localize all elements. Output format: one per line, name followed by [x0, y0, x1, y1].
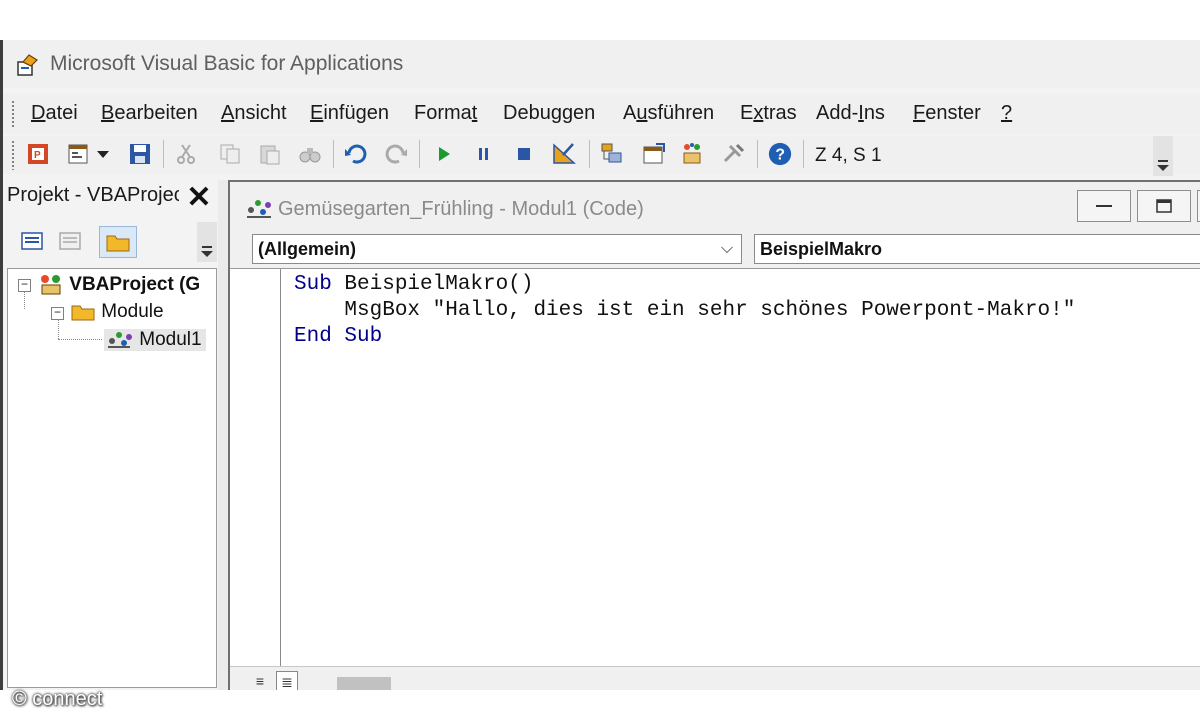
- menu-ansicht[interactable]: Ansicht: [221, 102, 287, 125]
- help-icon[interactable]: ?: [767, 141, 793, 167]
- cut-icon[interactable]: [173, 141, 199, 167]
- redo-icon[interactable]: [383, 141, 409, 167]
- toolbar-options-arrow-icon: [1157, 160, 1169, 171]
- restore-icon: [1156, 199, 1172, 213]
- toolbar-separator: [757, 140, 758, 168]
- code-window-title: Gemüsegarten_Frühling - Modul1 (Code): [278, 198, 644, 220]
- design-mode-icon[interactable]: [551, 141, 577, 167]
- menu-debuggen[interactable]: Debuggen: [503, 102, 595, 125]
- toolbar-options[interactable]: [1153, 136, 1173, 176]
- margin-indicator-bar[interactable]: [230, 269, 281, 667]
- chevron-down-icon: ⌵: [720, 240, 733, 257]
- toolbar-separator: [419, 140, 420, 168]
- code-line[interactable]: End Sub: [294, 325, 382, 348]
- module-icon: [108, 332, 132, 348]
- tree-label-modul1: Modul1: [139, 329, 202, 351]
- window-title: Microsoft Visual Basic for Applications: [50, 52, 404, 75]
- menu-bearbeiten[interactable]: Bearbeiten: [101, 102, 198, 125]
- minimize-icon: [1096, 205, 1112, 207]
- horizontal-scrollbar[interactable]: ≡ ≣: [230, 666, 1200, 690]
- project-explorer-icon[interactable]: [599, 141, 625, 167]
- project-tree: − VBAProject (G − Module Modul1: [7, 268, 217, 688]
- undo-icon[interactable]: [343, 141, 369, 167]
- menu-add-ins[interactable]: Add-Ins: [816, 102, 885, 125]
- watermark: © connect: [12, 688, 103, 710]
- paste-icon[interactable]: [257, 141, 283, 167]
- menu-ausfuehren[interactable]: Ausführen: [623, 102, 714, 125]
- tree-connector: [24, 291, 26, 309]
- code-line[interactable]: Sub BeispielMakro(): [294, 273, 533, 296]
- menu-fenster[interactable]: Fenster: [913, 102, 981, 125]
- view-object-icon[interactable]: [57, 228, 83, 254]
- project-explorer-title: Projekt - VBAProject: [7, 184, 179, 206]
- menu-einfuegen[interactable]: Einfügen: [310, 102, 389, 125]
- toolbar-separator: [589, 140, 590, 168]
- tree-label-module: Module: [101, 301, 164, 322]
- cursor-position: Z 4, S 1: [815, 145, 882, 166]
- svg-text:?: ?: [775, 147, 785, 164]
- tree-item-modul1[interactable]: Modul1: [104, 329, 206, 352]
- object-combo[interactable]: (Allgemein) ⌵: [252, 234, 742, 264]
- reset-icon[interactable]: [511, 141, 537, 167]
- code-line[interactable]: MsgBox "Hallo, dies ist ein sehr schönes…: [294, 299, 1075, 322]
- vbaproject-icon: [41, 275, 61, 295]
- save-icon[interactable]: [127, 141, 153, 167]
- object-combo-value: (Allgemein): [258, 239, 357, 259]
- toolbar-separator: [163, 140, 164, 168]
- close-icon[interactable]: ✕: [181, 180, 217, 216]
- break-icon[interactable]: [471, 141, 497, 167]
- code-window: Gemüsegarten_Frühling - Modul1 (Code) (A…: [228, 180, 1200, 690]
- minimize-button[interactable]: [1077, 190, 1131, 222]
- toolbar-separator: [803, 140, 804, 168]
- svg-text:P: P: [34, 150, 41, 161]
- procedure-combo-value: BeispielMakro: [760, 239, 883, 259]
- project-explorer-toolbar: [3, 222, 218, 262]
- properties-icon[interactable]: [641, 141, 667, 167]
- menu-bar: Datei Bearbeiten Ansicht Einfügen Format…: [3, 94, 1200, 134]
- view-code-icon[interactable]: [19, 228, 45, 254]
- vba-app-icon: [17, 54, 38, 76]
- title-bar: Microsoft Visual Basic for Applications: [3, 40, 1200, 88]
- find-icon[interactable]: [297, 141, 323, 167]
- scrollbar-thumb[interactable]: [337, 677, 391, 690]
- procedure-combo[interactable]: BeispielMakro: [754, 234, 1200, 264]
- menu-format[interactable]: Format: [414, 102, 477, 125]
- dropdown-arrow-icon[interactable]: [95, 141, 111, 167]
- copy-icon[interactable]: [217, 141, 243, 167]
- project-explorer: Projekt - VBAProject ✕ − VBAProject (G −…: [3, 180, 218, 690]
- vba-window: Microsoft Visual Basic for Applications …: [0, 40, 1200, 690]
- menu-grip[interactable]: [11, 100, 15, 128]
- folder-icon: [71, 305, 95, 321]
- dropdown-arrow-icon: [201, 246, 213, 257]
- toolbar-grip[interactable]: [11, 140, 15, 170]
- powerpoint-icon[interactable]: P: [25, 141, 51, 167]
- menu-datei[interactable]: Datei: [31, 102, 78, 125]
- procedure-view-icon[interactable]: ≡: [250, 671, 270, 690]
- toolbox-icon[interactable]: [721, 141, 747, 167]
- toolbar-separator: [333, 140, 334, 168]
- menu-extras[interactable]: Extras: [740, 102, 797, 125]
- insert-userform-icon[interactable]: [65, 141, 91, 167]
- tree-item-module-folder[interactable]: Module: [70, 301, 164, 323]
- run-icon[interactable]: [431, 141, 457, 167]
- standard-toolbar: P ? Z 4, S 1: [3, 136, 1200, 176]
- menu-help[interactable]: ?: [1001, 102, 1012, 125]
- full-module-view-icon[interactable]: ≣: [276, 671, 298, 690]
- toggle-folders-icon[interactable]: [99, 226, 137, 258]
- code-editor[interactable]: Sub BeispielMakro() MsgBox "Hallo, dies …: [230, 268, 1200, 667]
- module-icon: [247, 200, 271, 218]
- tree-label-vbaproject: VBAProject (G: [69, 274, 201, 296]
- object-browser-icon[interactable]: [679, 141, 705, 167]
- tree-connector: [58, 339, 102, 341]
- pane-splitter[interactable]: [218, 180, 228, 690]
- project-toolbar-options[interactable]: [197, 222, 217, 262]
- tree-item-vbaproject[interactable]: VBAProject (G: [38, 273, 200, 297]
- maximize-button[interactable]: [1137, 190, 1191, 222]
- tree-connector: [58, 319, 60, 339]
